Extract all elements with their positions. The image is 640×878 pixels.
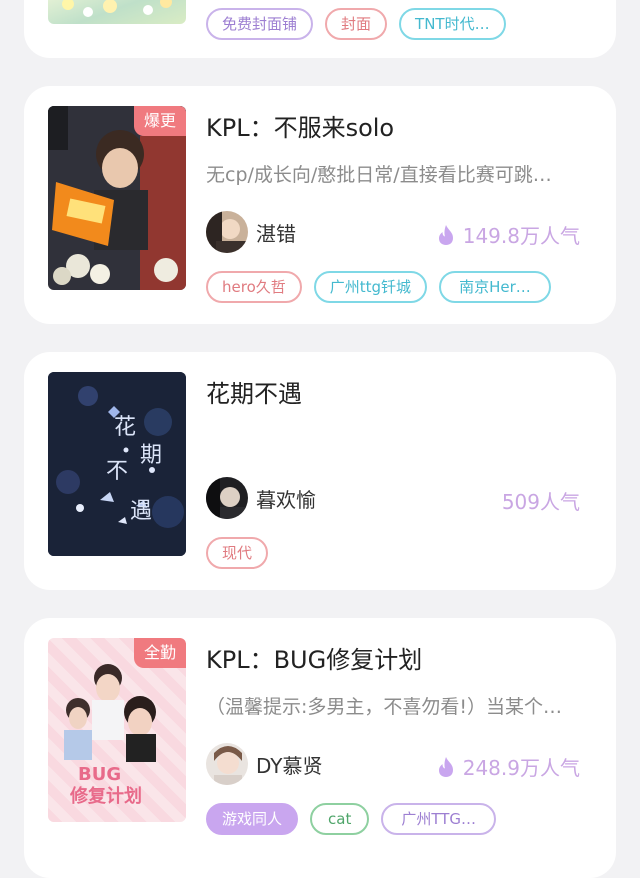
svg-text:BUG: BUG <box>78 764 121 785</box>
tag[interactable]: 广州ttg钎城 <box>313 271 428 303</box>
tag[interactable]: 封面 <box>325 8 388 40</box>
status-badge: 全勤 <box>133 638 186 668</box>
book-cover[interactable]: BUG 修复计划 全勤 <box>48 638 186 822</box>
tag[interactable]: 南京Her… <box>439 271 551 303</box>
book-description: 无cp/成长向/憨批日常/直接看比赛可跳… <box>206 164 552 186</box>
author-info[interactable]: DY慕贤 <box>206 742 323 786</box>
avatar[interactable] <box>206 743 248 785</box>
author-info[interactable]: 湛错 <box>206 210 296 254</box>
popularity-count: 509人气 <box>501 490 580 514</box>
author-info[interactable]: 暮欢愉 <box>206 476 316 520</box>
tag-list: hero久哲 广州ttg钎城 南京Her… <box>206 271 551 303</box>
svg-text:遇: 遇 <box>130 499 152 524</box>
tag[interactable]: 现代 <box>206 537 269 569</box>
popularity-count: 248.9万人气 <box>462 756 580 780</box>
svg-text:期: 期 <box>140 443 162 468</box>
tag-list: 免费封面铺 封面 TNT时代… <box>206 8 506 40</box>
tag[interactable]: 游戏同人 <box>206 803 299 835</box>
tag[interactable]: cat <box>310 803 370 835</box>
book-cover[interactable]: 花 期 不 遇 <box>48 372 186 556</box>
popularity: 149.8万人气 <box>437 220 580 249</box>
book-card[interactable]: 爆更 KPL：不服来solo 无cp/成长向/憨批日常/直接看比赛可跳… 湛错 … <box>24 86 616 324</box>
book-card[interactable]: BUG 修复计划 全勤 KPL：BUG修复计划 （温馨提示:多男主，不喜勿看!）… <box>24 618 616 878</box>
author-name: 暮欢愉 <box>256 487 316 512</box>
cover-art: 花 期 不 遇 <box>48 372 186 556</box>
book-cover[interactable]: 爆更 <box>48 106 186 290</box>
book-title[interactable]: 花期不遇 <box>206 374 302 409</box>
book-title[interactable]: KPL：BUG修复计划 <box>206 640 422 675</box>
flame-icon <box>438 756 453 777</box>
flame-icon <box>438 224 453 245</box>
cover-art <box>62 0 172 17</box>
tag[interactable]: 免费封面铺 <box>206 8 314 40</box>
tag[interactable]: hero久哲 <box>206 271 302 303</box>
tag-list: 游戏同人 cat 广州TTG… <box>206 803 497 835</box>
book-description: （温馨提示:多男主，不喜勿看!）当某个… <box>206 696 563 718</box>
svg-text:不: 不 <box>106 459 128 484</box>
book-title[interactable]: KPL：不服来solo <box>206 108 394 143</box>
popularity: 248.9万人气 <box>437 752 580 781</box>
svg-text:修复计划: 修复计划 <box>69 785 142 807</box>
author-name: DY慕贤 <box>256 753 323 778</box>
popularity: 509人气 <box>502 486 580 515</box>
book-cover[interactable] <box>48 0 186 24</box>
avatar[interactable] <box>206 211 248 253</box>
book-card-top[interactable]: 免费封面铺 封面 TNT时代… <box>24 0 616 58</box>
tag[interactable]: TNT时代… <box>399 8 506 40</box>
status-badge: 爆更 <box>133 106 186 136</box>
book-card[interactable]: 花 期 不 遇 花期不遇 暮欢愉 509人气 现代 <box>24 352 616 590</box>
svg-text:花: 花 <box>114 415 136 440</box>
author-name: 湛错 <box>256 221 296 246</box>
avatar[interactable] <box>206 477 248 519</box>
popularity-count: 149.8万人气 <box>462 224 580 248</box>
tag[interactable]: 广州TTG… <box>381 803 497 835</box>
tag-list: 现代 <box>206 537 269 569</box>
